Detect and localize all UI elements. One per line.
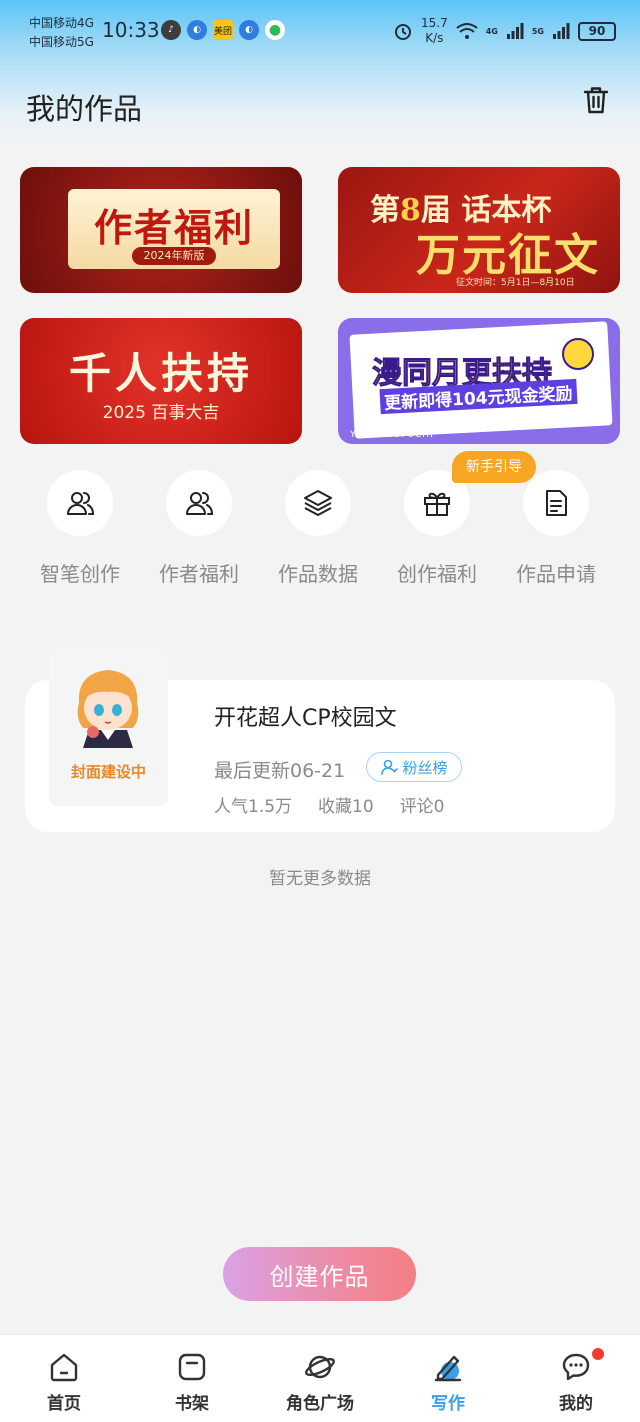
quick-action-smart-writing[interactable]: 智笔创作	[20, 470, 140, 587]
nav-item-bookshelf[interactable]: 书架	[128, 1335, 256, 1422]
clock: 10:33	[102, 18, 160, 42]
meituan-icon: 美团	[213, 20, 233, 40]
smiley-icon	[562, 338, 594, 370]
quick-action-work-application[interactable]: 作品申请	[496, 470, 616, 587]
battery-indicator: 90	[578, 21, 616, 41]
gift-icon	[424, 492, 450, 516]
favorites-stat: 收藏10	[318, 797, 374, 817]
no-more-data-text: 暂无更多数据	[269, 869, 371, 889]
beginner-guide-badge[interactable]: 新手引导	[452, 451, 536, 483]
quick-action-label: 智笔创作	[40, 562, 120, 586]
work-stats: 人气1.5万 收藏10 评论0	[214, 792, 471, 817]
carrier-1: 中国移动4G	[29, 16, 94, 30]
user-icon	[381, 759, 399, 775]
nav-label: 我的	[559, 1394, 593, 1414]
document-icon	[546, 490, 567, 516]
layers-icon	[304, 490, 332, 516]
write-icon	[434, 1355, 462, 1382]
nav-label: 角色广场	[286, 1394, 354, 1414]
page-title: 我的作品	[26, 92, 143, 126]
comments-stat: 评论0	[399, 797, 445, 817]
banner-subtitle: 2024年新版	[132, 247, 216, 265]
bottom-nav: 首页 书架 角色广场 写作 我的	[0, 1334, 640, 1422]
trash-icon	[583, 87, 609, 114]
trash-button[interactable]	[580, 84, 612, 116]
cover-placeholder-text: 封面建设中	[70, 763, 146, 781]
carrier-info: 中国移动4G 中国移动5G	[29, 14, 94, 52]
alarm-icon	[395, 24, 411, 40]
network-speed: 15.7 K/s	[421, 16, 448, 45]
banner-comic-monthly[interactable]: 漫同月更扶持 更新即得104元现金奖励 YUEGENGFUCHI	[338, 318, 620, 444]
quick-action-label: 作者福利	[159, 562, 239, 586]
browser-icon: ◐	[239, 20, 259, 40]
home-icon	[50, 1353, 78, 1382]
status-bar: 中国移动4G 中国移动5G 10:33 ♪ ◐ 美团 ◐ ● 15.7 K/s …	[0, 0, 640, 64]
work-title[interactable]: 开花超人CP校园文	[214, 700, 397, 732]
network-type-1: 4G	[485, 26, 498, 36]
users-icon	[186, 492, 214, 515]
nav-label: 书架	[175, 1394, 209, 1414]
nav-label: 首页	[47, 1394, 81, 1414]
popularity-stat: 人气1.5万	[214, 797, 293, 817]
banner-title: 作者福利	[93, 205, 254, 250]
banner-date: 征文时间：5月1日—8月10日	[456, 278, 575, 288]
notification-icons: ♪ ◐ 美团 ◐ ●	[161, 20, 285, 40]
fan-ranking-button[interactable]: 粉丝榜	[366, 752, 462, 782]
banner-scroll-panel: 作者福利 2024年新版	[68, 189, 280, 269]
banner-author-benefits[interactable]: 作者福利 2024年新版	[20, 167, 302, 293]
browser-icon: ◐	[187, 20, 207, 40]
banner-footer: YUEGENGFUCHI	[350, 430, 434, 440]
fan-ranking-label: 粉丝榜	[402, 758, 448, 777]
quick-action-circle	[523, 470, 589, 536]
nav-item-home[interactable]: 首页	[0, 1335, 128, 1422]
quick-action-circle	[166, 470, 232, 536]
nav-item-character-square[interactable]: 角色广场	[256, 1335, 384, 1422]
quick-action-label: 作品申请	[516, 562, 596, 586]
planet-icon	[305, 1355, 335, 1379]
nav-item-write[interactable]: 写作	[384, 1335, 512, 1422]
system-indicators: 15.7 K/s 4G 5G 90	[393, 16, 616, 46]
signal-icon	[553, 23, 570, 39]
network-type-2: 5G	[531, 26, 544, 36]
quick-action-work-data[interactable]: 作品数据	[258, 470, 378, 587]
banner-title-line2: 万元征文	[416, 230, 600, 281]
anime-avatar	[77, 670, 139, 748]
quick-action-creation-benefits[interactable]: 创作福利	[377, 470, 497, 587]
quick-action-circle	[285, 470, 351, 536]
users-icon	[67, 492, 95, 515]
bookshelf-icon	[178, 1353, 206, 1381]
tiktok-icon: ♪	[161, 20, 181, 40]
quick-action-author-benefits[interactable]: 作者福利	[139, 470, 259, 587]
wechat-icon: ●	[265, 20, 285, 40]
quick-action-label: 作品数据	[278, 562, 358, 586]
notification-badge	[592, 1348, 604, 1360]
nav-item-me[interactable]: 我的	[512, 1335, 640, 1422]
chat-icon	[562, 1353, 590, 1381]
work-cover[interactable]: 封面建设中	[49, 648, 168, 806]
quick-action-circle	[47, 470, 113, 536]
banner-title: 千人扶持	[68, 349, 253, 398]
banner-subtitle: 2025 百事大吉	[102, 403, 220, 423]
work-last-update: 最后更新06-21	[214, 760, 346, 782]
wifi-icon	[456, 23, 478, 39]
banner-thousand-support[interactable]: 千人扶持 2025 百事大吉	[20, 318, 302, 444]
banner-huaben-cup[interactable]: 第8届 话本杯 万元征文 征文时间：5月1日—8月10日	[338, 167, 620, 293]
carrier-2: 中国移动5G	[29, 35, 94, 49]
quick-action-label: 创作福利	[397, 562, 477, 586]
nav-label: 写作	[431, 1394, 465, 1414]
create-work-button[interactable]: 创建作品	[223, 1247, 416, 1301]
signal-icon	[506, 23, 524, 39]
